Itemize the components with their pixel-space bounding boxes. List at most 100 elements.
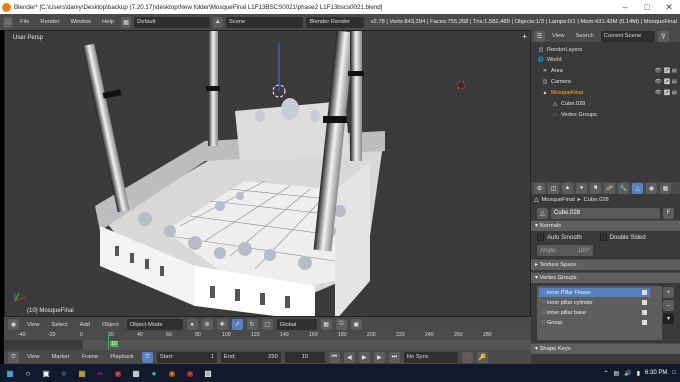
- end-frame-field[interactable]: End: 250: [220, 351, 281, 363]
- viewport-menu-add[interactable]: Add: [76, 322, 94, 328]
- visual-studio-icon[interactable]: ∞: [94, 367, 106, 379]
- file-explorer-icon[interactable]: ▦: [76, 367, 88, 379]
- minimize-button[interactable]: –: [614, 0, 636, 14]
- timeline-menu-frame[interactable]: Frame: [78, 354, 103, 360]
- play-icon[interactable]: ▶: [358, 351, 370, 363]
- view-plus-icon[interactable]: +: [522, 32, 527, 41]
- visibility-icons[interactable]: 👁 ↗ ▤: [655, 79, 677, 85]
- media-icon[interactable]: ◉: [184, 367, 196, 379]
- outliner-search-icon[interactable]: ⚲: [657, 30, 669, 42]
- shading-icon[interactable]: ●: [186, 319, 198, 330]
- app-icon[interactable]: ●: [148, 367, 160, 379]
- mesh-data-tab-icon[interactable]: △: [632, 182, 643, 194]
- render-engine-selector[interactable]: Blender Render: [306, 16, 364, 28]
- translate-icon[interactable]: ↗: [231, 319, 243, 330]
- pivot-icon[interactable]: ⊛: [201, 319, 213, 330]
- outliner-menu-search[interactable]: Search: [571, 33, 597, 39]
- maximize-button[interactable]: □: [636, 0, 658, 14]
- menu-file[interactable]: File: [16, 19, 33, 25]
- fake-user-button[interactable]: F: [663, 207, 674, 219]
- angle-field[interactable]: Angle: 180°: [537, 245, 593, 256]
- menu-render[interactable]: Render: [36, 19, 63, 25]
- search-icon[interactable]: ○: [22, 367, 34, 379]
- constraint-tab-icon[interactable]: ☍: [604, 182, 615, 194]
- chevron-up-icon[interactable]: ⌃: [604, 370, 609, 377]
- blender-taskbar-icon[interactable]: ◉: [166, 367, 178, 379]
- start-frame-field[interactable]: Start: 1: [156, 351, 217, 363]
- scene-tab-icon[interactable]: ▲: [562, 182, 573, 194]
- mesh-browse-icon[interactable]: △: [537, 207, 548, 219]
- prev-keyframe-icon[interactable]: ◀: [343, 351, 355, 363]
- scene-selector[interactable]: Scene: [225, 16, 304, 28]
- layers-icon[interactable]: ▦: [320, 319, 332, 330]
- timeline-menu-marker[interactable]: Marker: [47, 354, 73, 360]
- add-vertex-group-button[interactable]: +: [663, 287, 674, 298]
- battery-icon[interactable]: ▮: [637, 370, 640, 377]
- 3d-viewport[interactable]: User Persp (10) MosqueFinal +: [4, 30, 531, 317]
- timeline-menu-view[interactable]: View: [23, 354, 43, 360]
- remove-vertex-group-button[interactable]: –: [663, 300, 674, 311]
- vertex-group-specials-button[interactable]: ▾: [663, 313, 674, 324]
- lock-icon[interactable]: [642, 300, 647, 305]
- timeline-editor-icon[interactable]: ⏱: [8, 351, 19, 363]
- store-icon[interactable]: ▦: [130, 367, 142, 379]
- preview-range-icon[interactable]: ⏱: [141, 351, 153, 363]
- vertex-groups-panel-header[interactable]: ▾ Vertex Groups: [531, 272, 680, 283]
- snap-icon[interactable]: ⎋: [335, 319, 347, 330]
- auto-smooth-checkbox[interactable]: Auto Smooth: [537, 234, 582, 241]
- render-preview-icon[interactable]: ▣: [350, 319, 362, 330]
- scale-icon[interactable]: ▢: [261, 319, 273, 330]
- visibility-icons[interactable]: 👁 ↗ ▤: [655, 90, 677, 96]
- outliner-item-cube028[interactable]: △ Cube.028: [531, 99, 680, 109]
- vertex-group-item[interactable]: ∷ inner pillar cylinder: [539, 298, 650, 307]
- jump-start-icon[interactable]: ⏮: [328, 351, 340, 363]
- current-frame-field[interactable]: 10: [284, 351, 325, 363]
- object-tab-icon[interactable]: ■: [590, 182, 601, 194]
- texture-space-panel-header[interactable]: ▸ Texture Space: [531, 259, 680, 270]
- keying-set-icon[interactable]: 🔑: [476, 351, 488, 363]
- task-view-icon[interactable]: ▣: [40, 367, 52, 379]
- outliner-menu-view[interactable]: View: [548, 33, 568, 39]
- scene-icon[interactable]: ▲: [212, 16, 223, 28]
- modifier-tab-icon[interactable]: 🔧: [618, 182, 629, 194]
- outliner-item-renderlayers[interactable]: ◫ RenderLayers: [531, 45, 680, 55]
- render-tab-icon[interactable]: ◫: [548, 182, 559, 194]
- chrome-icon[interactable]: ◉: [112, 367, 124, 379]
- shape-keys-panel-header[interactable]: ▾ Shape Keys: [531, 343, 680, 354]
- lock-icon[interactable]: [642, 290, 647, 295]
- vertex-group-item[interactable]: ∷ Group: [539, 318, 650, 327]
- menu-help[interactable]: Help: [98, 19, 118, 25]
- close-button[interactable]: ✕: [658, 0, 680, 14]
- next-keyframe-icon[interactable]: ▶: [373, 351, 385, 363]
- vertex-group-item[interactable]: ∷ inner Pillar Flower: [539, 288, 650, 297]
- outliner-item-camera[interactable]: ◫ Camera 👁 ↗ ▤: [531, 77, 680, 87]
- outliner-filter-selector[interactable]: Current Scene: [600, 30, 655, 42]
- lock-icon[interactable]: [642, 310, 647, 315]
- windows-start-icon[interactable]: ▦: [4, 367, 16, 379]
- network-icon[interactable]: ▤: [614, 370, 620, 377]
- viewport-menu-object[interactable]: Object: [98, 322, 123, 328]
- outliner-item-vertex-groups[interactable]: ∷ Vertex Groups: [531, 110, 680, 120]
- layout-selector[interactable]: Default: [134, 16, 210, 28]
- record-icon[interactable]: ●: [461, 351, 473, 363]
- timeline-menu-playback[interactable]: Playback: [106, 354, 138, 360]
- current-frame-marker[interactable]: [108, 334, 109, 350]
- world-tab-icon[interactable]: ●: [576, 182, 587, 194]
- texture-tab-icon[interactable]: ▦: [660, 182, 671, 194]
- manipulator-icon[interactable]: ✚: [216, 319, 228, 330]
- clock-time[interactable]: 6:30 PM: [645, 370, 667, 376]
- vertex-group-item[interactable]: ∷ inner pillar base: [539, 308, 650, 317]
- viewport-editor-icon[interactable]: ◉: [8, 319, 19, 330]
- sync-selector[interactable]: No Sync: [403, 351, 458, 363]
- menu-window[interactable]: Window: [66, 19, 95, 25]
- viewport-menu-view[interactable]: View: [23, 322, 43, 328]
- material-tab-icon[interactable]: ◉: [646, 182, 657, 194]
- breadcrumb-data[interactable]: Cube.028: [584, 197, 609, 203]
- rotate-icon[interactable]: ↻: [246, 319, 258, 330]
- timeline[interactable]: -40 -20 0 20 40 60 80 100 120 140 160 18…: [4, 332, 531, 350]
- outliner-editor-icon[interactable]: ☰: [534, 30, 545, 42]
- editor-type-icon[interactable]: ⓘ: [3, 16, 14, 28]
- viewport-menu-select[interactable]: Select: [47, 322, 71, 328]
- mode-selector[interactable]: Object Mode: [126, 319, 183, 330]
- normals-panel-header[interactable]: ▾ Normals: [531, 220, 680, 231]
